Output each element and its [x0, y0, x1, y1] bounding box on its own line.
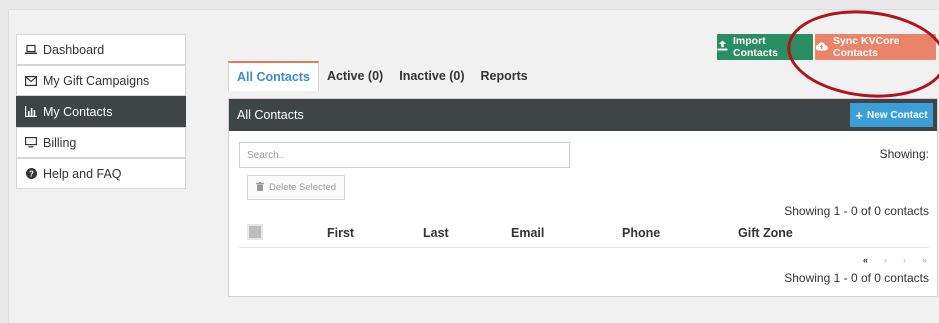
bar-chart-icon: [25, 106, 37, 118]
select-all-checkbox[interactable]: [247, 224, 263, 240]
column-header-email[interactable]: Email: [511, 226, 544, 240]
monitor-icon: [25, 137, 37, 149]
pager-next-button[interactable]: ›: [903, 255, 906, 265]
tab-reports[interactable]: Reports: [473, 61, 536, 91]
sidebar: Dashboard My Gift Campaigns My Contacts …: [16, 34, 186, 189]
delete-selected-label: Delete Selected: [268, 182, 337, 193]
showing-count-bottom: Showing 1 - 0 of 0 contacts: [784, 271, 929, 285]
sidebar-item-label: Help and FAQ: [43, 166, 122, 181]
delete-selected-button[interactable]: Delete Selected: [247, 175, 345, 200]
plus-icon: +: [855, 107, 864, 123]
sidebar-item-billing[interactable]: Billing: [16, 127, 186, 158]
contacts-tabs: All Contacts Active (0) Inactive (0) Rep…: [228, 61, 536, 91]
showing-label: Showing:: [879, 147, 929, 161]
panel-title: All Contacts: [237, 108, 304, 122]
cloud-upload-icon: [815, 41, 833, 54]
tab-all-contacts[interactable]: All Contacts: [228, 61, 319, 91]
upload-icon: [717, 40, 733, 54]
trash-icon: [255, 181, 269, 194]
column-header-gift-zone[interactable]: Gift Zone: [738, 226, 793, 240]
sidebar-item-label: My Gift Campaigns: [43, 73, 150, 88]
contacts-panel: All Contacts + New Contact Search.. Show…: [228, 98, 938, 297]
sync-kvcore-button[interactable]: Sync KVCore Contacts: [815, 34, 936, 60]
column-header-phone[interactable]: Phone: [622, 226, 660, 240]
sidebar-item-my-contacts[interactable]: My Contacts: [16, 96, 186, 127]
pager-first-button[interactable]: «: [863, 255, 868, 265]
sidebar-item-gift-campaigns[interactable]: My Gift Campaigns: [16, 65, 186, 96]
sidebar-item-label: Billing: [43, 135, 77, 150]
sidebar-item-help-faq[interactable]: ? Help and FAQ: [16, 158, 186, 189]
pagination: « ‹ › »: [863, 255, 927, 265]
new-contact-label: New Contact: [867, 109, 928, 121]
sync-kvcore-label: Sync KVCore Contacts: [833, 35, 900, 59]
column-header-first[interactable]: First: [327, 226, 354, 240]
svg-text:?: ?: [29, 170, 34, 179]
pager-prev-button[interactable]: ‹: [884, 255, 887, 265]
panel-header: All Contacts + New Contact: [229, 99, 937, 131]
envelope-icon: [25, 75, 37, 87]
tab-inactive[interactable]: Inactive (0): [391, 61, 472, 91]
sidebar-item-label: Dashboard: [43, 42, 105, 57]
import-contacts-button[interactable]: Import Contacts: [717, 34, 813, 60]
sidebar-item-dashboard[interactable]: Dashboard: [16, 34, 186, 65]
sidebar-item-label: My Contacts: [43, 104, 113, 119]
pager-last-button[interactable]: »: [922, 255, 927, 265]
laptop-icon: [25, 44, 37, 56]
search-input[interactable]: Search..: [239, 142, 570, 168]
showing-count-top: Showing 1 - 0 of 0 contacts: [784, 204, 929, 218]
import-contacts-label: Import Contacts: [733, 35, 778, 59]
question-circle-icon: ?: [25, 168, 37, 180]
tab-active[interactable]: Active (0): [319, 61, 391, 91]
table-divider: [239, 247, 929, 248]
new-contact-button[interactable]: + New Contact: [850, 103, 933, 127]
column-header-last[interactable]: Last: [423, 226, 449, 240]
